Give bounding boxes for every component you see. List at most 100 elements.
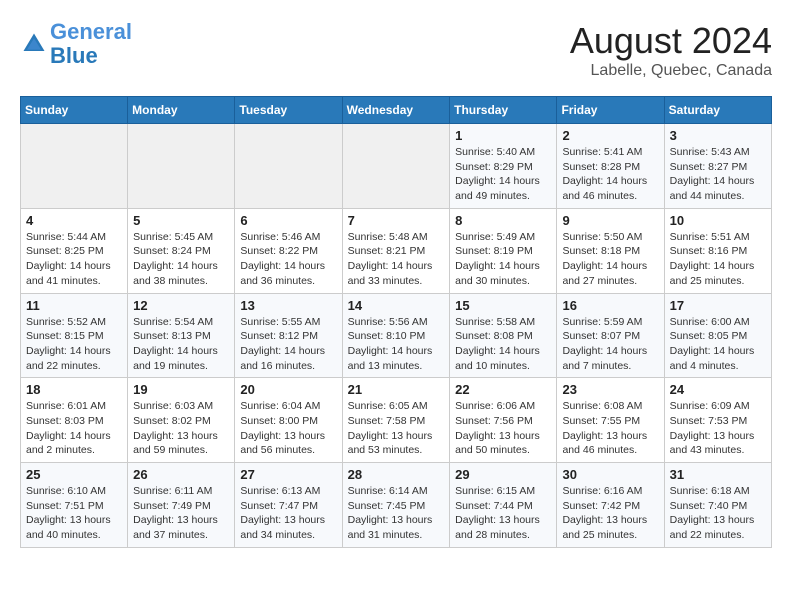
day-info: Sunrise: 6:04 AM Sunset: 8:00 PM Dayligh… (240, 399, 336, 458)
day-info: Sunrise: 5:44 AM Sunset: 8:25 PM Dayligh… (26, 230, 122, 289)
calendar-cell: 20 Sunrise: 6:04 AM Sunset: 8:00 PM Dayli… (235, 378, 342, 463)
day-number: 18 (26, 382, 122, 397)
calendar-cell: 9 Sunrise: 5:50 AM Sunset: 8:18 PM Daylig… (557, 208, 664, 293)
days-of-week-row: SundayMondayTuesdayWednesdayThursdayFrid… (21, 97, 772, 124)
calendar-cell: 16 Sunrise: 5:59 AM Sunset: 8:07 PM Dayli… (557, 293, 664, 378)
day-number: 21 (348, 382, 445, 397)
calendar-cell: 2Sunrise: 5:41 AM Sunset: 8:28 PM Daylig… (557, 124, 664, 209)
calendar-body: 1 Sunrise: 5:40 AM Sunset: 8:29 PM Daylig… (21, 124, 772, 548)
calendar-cell: 31 Sunrise: 6:18 AM Sunset: 7:40 PM Dayli… (664, 463, 771, 548)
calendar-cell: 13 Sunrise: 5:55 AM Sunset: 8:12 PM Dayli… (235, 293, 342, 378)
day-number: 12 (133, 298, 229, 313)
week-row-2: 4 Sunrise: 5:44 AM Sunset: 8:25 PM Daylig… (21, 208, 772, 293)
day-info: Sunrise: 5:48 AM Sunset: 8:21 PM Dayligh… (348, 230, 445, 289)
calendar-title: August 2024 (570, 20, 772, 62)
calendar-cell: 25Sunrise: 6:10 AM Sunset: 7:51 PM Dayli… (21, 463, 128, 548)
day-info: Sunrise: 6:18 AM Sunset: 7:40 PM Dayligh… (670, 484, 766, 543)
calendar-cell: 12 Sunrise: 5:54 AM Sunset: 8:13 PM Dayli… (128, 293, 235, 378)
calendar-cell: 26 Sunrise: 6:11 AM Sunset: 7:49 PM Dayli… (128, 463, 235, 548)
day-info: Sunrise: 6:06 AM Sunset: 7:56 PM Dayligh… (455, 399, 551, 458)
calendar-cell: 6 Sunrise: 5:46 AM Sunset: 8:22 PM Daylig… (235, 208, 342, 293)
day-info: Sunrise: 5:59 AM Sunset: 8:07 PM Dayligh… (562, 315, 658, 374)
day-number: 7 (348, 213, 445, 228)
day-number: 29 (455, 467, 551, 482)
day-info: Sunrise: 6:03 AM Sunset: 8:02 PM Dayligh… (133, 399, 229, 458)
day-number: 5 (133, 213, 229, 228)
title-block: August 2024 Labelle, Quebec, Canada (570, 20, 772, 80)
day-info: Sunrise: 5:46 AM Sunset: 8:22 PM Dayligh… (240, 230, 336, 289)
day-number: 28 (348, 467, 445, 482)
calendar-cell: 14 Sunrise: 5:56 AM Sunset: 8:10 PM Dayli… (342, 293, 450, 378)
day-number: 24 (670, 382, 766, 397)
day-header-saturday: Saturday (664, 97, 771, 124)
day-header-thursday: Thursday (450, 97, 557, 124)
calendar-cell: 3 Sunrise: 5:43 AM Sunset: 8:27 PM Daylig… (664, 124, 771, 209)
calendar-cell: 28Sunrise: 6:14 AM Sunset: 7:45 PM Dayli… (342, 463, 450, 548)
day-header-wednesday: Wednesday (342, 97, 450, 124)
day-info: Sunrise: 5:56 AM Sunset: 8:10 PM Dayligh… (348, 315, 445, 374)
day-number: 31 (670, 467, 766, 482)
day-info: Sunrise: 6:08 AM Sunset: 7:55 PM Dayligh… (562, 399, 658, 458)
day-info: Sunrise: 5:49 AM Sunset: 8:19 PM Dayligh… (455, 230, 551, 289)
day-number: 9 (562, 213, 658, 228)
calendar-cell: 10Sunrise: 5:51 AM Sunset: 8:16 PM Dayli… (664, 208, 771, 293)
logo: General Blue (20, 20, 132, 68)
day-info: Sunrise: 5:43 AM Sunset: 8:27 PM Dayligh… (670, 145, 766, 204)
day-number: 14 (348, 298, 445, 313)
day-info: Sunrise: 6:15 AM Sunset: 7:44 PM Dayligh… (455, 484, 551, 543)
day-header-sunday: Sunday (21, 97, 128, 124)
calendar-cell: 23 Sunrise: 6:08 AM Sunset: 7:55 PM Dayli… (557, 378, 664, 463)
calendar-cell: 15Sunrise: 5:58 AM Sunset: 8:08 PM Dayli… (450, 293, 557, 378)
week-row-4: 18 Sunrise: 6:01 AM Sunset: 8:03 PM Dayli… (21, 378, 772, 463)
calendar-cell: 11 Sunrise: 5:52 AM Sunset: 8:15 PM Dayli… (21, 293, 128, 378)
day-info: Sunrise: 6:11 AM Sunset: 7:49 PM Dayligh… (133, 484, 229, 543)
page-header: General Blue August 2024 Labelle, Quebec… (20, 20, 772, 80)
day-info: Sunrise: 5:54 AM Sunset: 8:13 PM Dayligh… (133, 315, 229, 374)
logo-line2: Blue (50, 43, 98, 68)
day-number: 30 (562, 467, 658, 482)
day-number: 23 (562, 382, 658, 397)
day-info: Sunrise: 6:05 AM Sunset: 7:58 PM Dayligh… (348, 399, 445, 458)
day-number: 19 (133, 382, 229, 397)
day-info: Sunrise: 5:52 AM Sunset: 8:15 PM Dayligh… (26, 315, 122, 374)
week-row-1: 1 Sunrise: 5:40 AM Sunset: 8:29 PM Daylig… (21, 124, 772, 209)
day-number: 22 (455, 382, 551, 397)
calendar-cell (21, 124, 128, 209)
day-number: 17 (670, 298, 766, 313)
day-info: Sunrise: 5:41 AM Sunset: 8:28 PM Dayligh… (562, 145, 658, 204)
day-info: Sunrise: 6:09 AM Sunset: 7:53 PM Dayligh… (670, 399, 766, 458)
calendar-cell: 1 Sunrise: 5:40 AM Sunset: 8:29 PM Daylig… (450, 124, 557, 209)
day-number: 20 (240, 382, 336, 397)
calendar-cell: 21 Sunrise: 6:05 AM Sunset: 7:58 PM Dayli… (342, 378, 450, 463)
day-number: 1 (455, 128, 551, 143)
calendar-cell: 4 Sunrise: 5:44 AM Sunset: 8:25 PM Daylig… (21, 208, 128, 293)
day-header-friday: Friday (557, 97, 664, 124)
day-header-tuesday: Tuesday (235, 97, 342, 124)
calendar-cell (342, 124, 450, 209)
day-header-monday: Monday (128, 97, 235, 124)
logo-text: General Blue (50, 20, 132, 68)
day-number: 6 (240, 213, 336, 228)
calendar-header: SundayMondayTuesdayWednesdayThursdayFrid… (21, 97, 772, 124)
day-info: Sunrise: 5:40 AM Sunset: 8:29 PM Dayligh… (455, 145, 551, 204)
calendar-cell: 22 Sunrise: 6:06 AM Sunset: 7:56 PM Dayli… (450, 378, 557, 463)
day-number: 4 (26, 213, 122, 228)
logo-line1: General (50, 19, 132, 44)
calendar-cell: 17 Sunrise: 6:00 AM Sunset: 8:05 PM Dayli… (664, 293, 771, 378)
day-number: 16 (562, 298, 658, 313)
day-info: Sunrise: 5:55 AM Sunset: 8:12 PM Dayligh… (240, 315, 336, 374)
calendar-cell: 7 Sunrise: 5:48 AM Sunset: 8:21 PM Daylig… (342, 208, 450, 293)
day-number: 8 (455, 213, 551, 228)
day-info: Sunrise: 6:00 AM Sunset: 8:05 PM Dayligh… (670, 315, 766, 374)
day-info: Sunrise: 5:51 AM Sunset: 8:16 PM Dayligh… (670, 230, 766, 289)
day-number: 11 (26, 298, 122, 313)
calendar-cell: 30Sunrise: 6:16 AM Sunset: 7:42 PM Dayli… (557, 463, 664, 548)
calendar-cell: 27Sunrise: 6:13 AM Sunset: 7:47 PM Dayli… (235, 463, 342, 548)
day-number: 26 (133, 467, 229, 482)
day-info: Sunrise: 6:01 AM Sunset: 8:03 PM Dayligh… (26, 399, 122, 458)
day-info: Sunrise: 5:50 AM Sunset: 8:18 PM Dayligh… (562, 230, 658, 289)
week-row-5: 25Sunrise: 6:10 AM Sunset: 7:51 PM Dayli… (21, 463, 772, 548)
day-number: 15 (455, 298, 551, 313)
day-number: 3 (670, 128, 766, 143)
day-number: 13 (240, 298, 336, 313)
